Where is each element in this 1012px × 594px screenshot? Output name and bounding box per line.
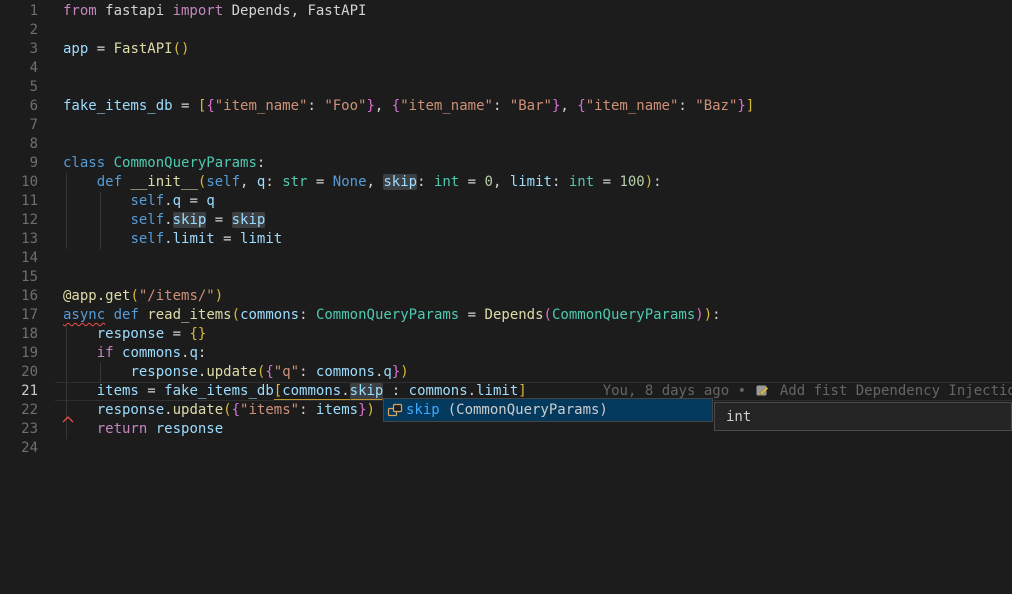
suggest-detail: (CommonQueryParams) bbox=[448, 402, 608, 418]
field-icon bbox=[387, 402, 403, 418]
line-number[interactable]: 23 bbox=[0, 420, 38, 439]
code-line[interactable]: self.skip = skip bbox=[55, 211, 1012, 230]
line-number[interactable]: 16 bbox=[0, 287, 38, 306]
line-number[interactable]: 20 bbox=[0, 363, 38, 382]
code-line[interactable]: fake_items_db = [{"item_name": "Foo"}, {… bbox=[55, 97, 1012, 116]
code-text bbox=[55, 269, 63, 285]
line-number[interactable]: 14 bbox=[0, 249, 38, 268]
code-text bbox=[55, 250, 63, 266]
code-text bbox=[55, 136, 63, 152]
code-text bbox=[55, 440, 63, 456]
line-number[interactable]: 3 bbox=[0, 40, 38, 59]
line-number[interactable]: 18 bbox=[0, 325, 38, 344]
line-number[interactable]: 6 bbox=[0, 97, 38, 116]
code-line[interactable] bbox=[55, 21, 1012, 40]
code-text: if commons.q: bbox=[55, 345, 206, 361]
code-text: response.update({"q": commons.q}) bbox=[55, 364, 409, 380]
code-text: items = fake_items_db[commons.skip : com… bbox=[55, 383, 527, 399]
line-number[interactable]: 1 bbox=[0, 2, 38, 21]
code-text: class CommonQueryParams: bbox=[55, 155, 265, 171]
code-line[interactable]: def __init__(self, q: str = None, skip: … bbox=[55, 173, 1012, 192]
indent-guide bbox=[66, 192, 67, 211]
line-number[interactable]: 7 bbox=[0, 116, 38, 135]
code-text: from fastapi import Depends, FastAPI bbox=[55, 3, 366, 19]
code-line[interactable] bbox=[55, 268, 1012, 287]
suggest-label: skip bbox=[406, 402, 440, 418]
code-line[interactable] bbox=[55, 59, 1012, 78]
code-line[interactable] bbox=[55, 78, 1012, 97]
code-text bbox=[55, 117, 63, 133]
code-area[interactable]: from fastapi import Depends, FastAPI app … bbox=[55, 2, 1012, 458]
code-text: async def read_items(commons: CommonQuer… bbox=[55, 307, 721, 323]
code-line[interactable] bbox=[55, 439, 1012, 458]
indent-guide bbox=[100, 192, 101, 211]
code-text: response = {} bbox=[55, 326, 206, 342]
code-line[interactable]: self.limit = limit bbox=[55, 230, 1012, 249]
git-blame-annotation: You, 8 days ago • Add fist Dependency In… bbox=[603, 383, 1012, 399]
line-number[interactable]: 21 bbox=[0, 382, 38, 401]
indent-guide bbox=[100, 211, 101, 230]
suggest-doc-text: int bbox=[726, 409, 751, 425]
line-number[interactable]: 24 bbox=[0, 439, 38, 458]
code-text: self.limit = limit bbox=[55, 231, 282, 247]
line-number[interactable]: 8 bbox=[0, 135, 38, 154]
suggest-item-skip[interactable]: skip (CommonQueryParams) bbox=[384, 399, 712, 421]
indent-guide bbox=[66, 382, 67, 401]
code-line[interactable]: async def read_items(commons: CommonQuer… bbox=[55, 306, 1012, 325]
indent-guide bbox=[66, 211, 67, 230]
code-text bbox=[55, 79, 63, 95]
code-text: app = FastAPI() bbox=[55, 41, 189, 57]
gutter: 123456789101112131415161718192021222324 bbox=[0, 2, 38, 458]
code-line[interactable]: app = FastAPI() bbox=[55, 40, 1012, 59]
code-line[interactable]: response.update({"q": commons.q}) bbox=[55, 363, 1012, 382]
code-line[interactable]: from fastapi import Depends, FastAPI bbox=[55, 2, 1012, 21]
indent-guide bbox=[66, 173, 67, 192]
code-line[interactable] bbox=[55, 116, 1012, 135]
code-line[interactable]: if commons.q: bbox=[55, 344, 1012, 363]
code-line[interactable]: self.q = q bbox=[55, 192, 1012, 211]
line-number[interactable]: 22 bbox=[0, 401, 38, 420]
code-text: self.skip = skip bbox=[55, 212, 265, 228]
code-text: response.update({"items": items}) bbox=[55, 402, 375, 418]
code-line[interactable]: response = {} bbox=[55, 325, 1012, 344]
line-number[interactable]: 19 bbox=[0, 344, 38, 363]
code-editor: 123456789101112131415161718192021222324 … bbox=[0, 0, 1012, 594]
line-number[interactable]: 17 bbox=[0, 306, 38, 325]
memo-icon bbox=[754, 383, 771, 399]
code-text: return response bbox=[55, 421, 223, 437]
code-text: self.q = q bbox=[55, 193, 215, 209]
line-number[interactable]: 13 bbox=[0, 230, 38, 249]
line-number[interactable]: 10 bbox=[0, 173, 38, 192]
line-number[interactable]: 15 bbox=[0, 268, 38, 287]
indent-guide bbox=[66, 363, 67, 382]
code-text: @app.get("/items/") bbox=[55, 288, 223, 304]
suggest-widget: skip (CommonQueryParams) bbox=[383, 398, 713, 422]
line-number[interactable]: 9 bbox=[0, 154, 38, 173]
code-line[interactable]: class CommonQueryParams: bbox=[55, 154, 1012, 173]
line-number[interactable]: 12 bbox=[0, 211, 38, 230]
indent-guide bbox=[66, 230, 67, 249]
indent-guide bbox=[66, 344, 67, 363]
code-line[interactable] bbox=[55, 135, 1012, 154]
indent-guide bbox=[100, 363, 101, 382]
line-number[interactable]: 11 bbox=[0, 192, 38, 211]
line-number[interactable]: 5 bbox=[0, 78, 38, 97]
code-text bbox=[55, 22, 63, 38]
code-text: fake_items_db = [{"item_name": "Foo"}, {… bbox=[55, 98, 754, 114]
indent-guide bbox=[66, 420, 67, 439]
suggest-docs-panel: int bbox=[714, 402, 1012, 431]
indent-guide bbox=[100, 230, 101, 249]
code-line[interactable] bbox=[55, 249, 1012, 268]
indent-guide bbox=[66, 325, 67, 344]
code-text bbox=[55, 60, 63, 76]
code-text: def __init__(self, q: str = None, skip: … bbox=[55, 174, 662, 190]
line-number[interactable]: 2 bbox=[0, 21, 38, 40]
line-number[interactable]: 4 bbox=[0, 59, 38, 78]
code-line[interactable]: @app.get("/items/") bbox=[55, 287, 1012, 306]
